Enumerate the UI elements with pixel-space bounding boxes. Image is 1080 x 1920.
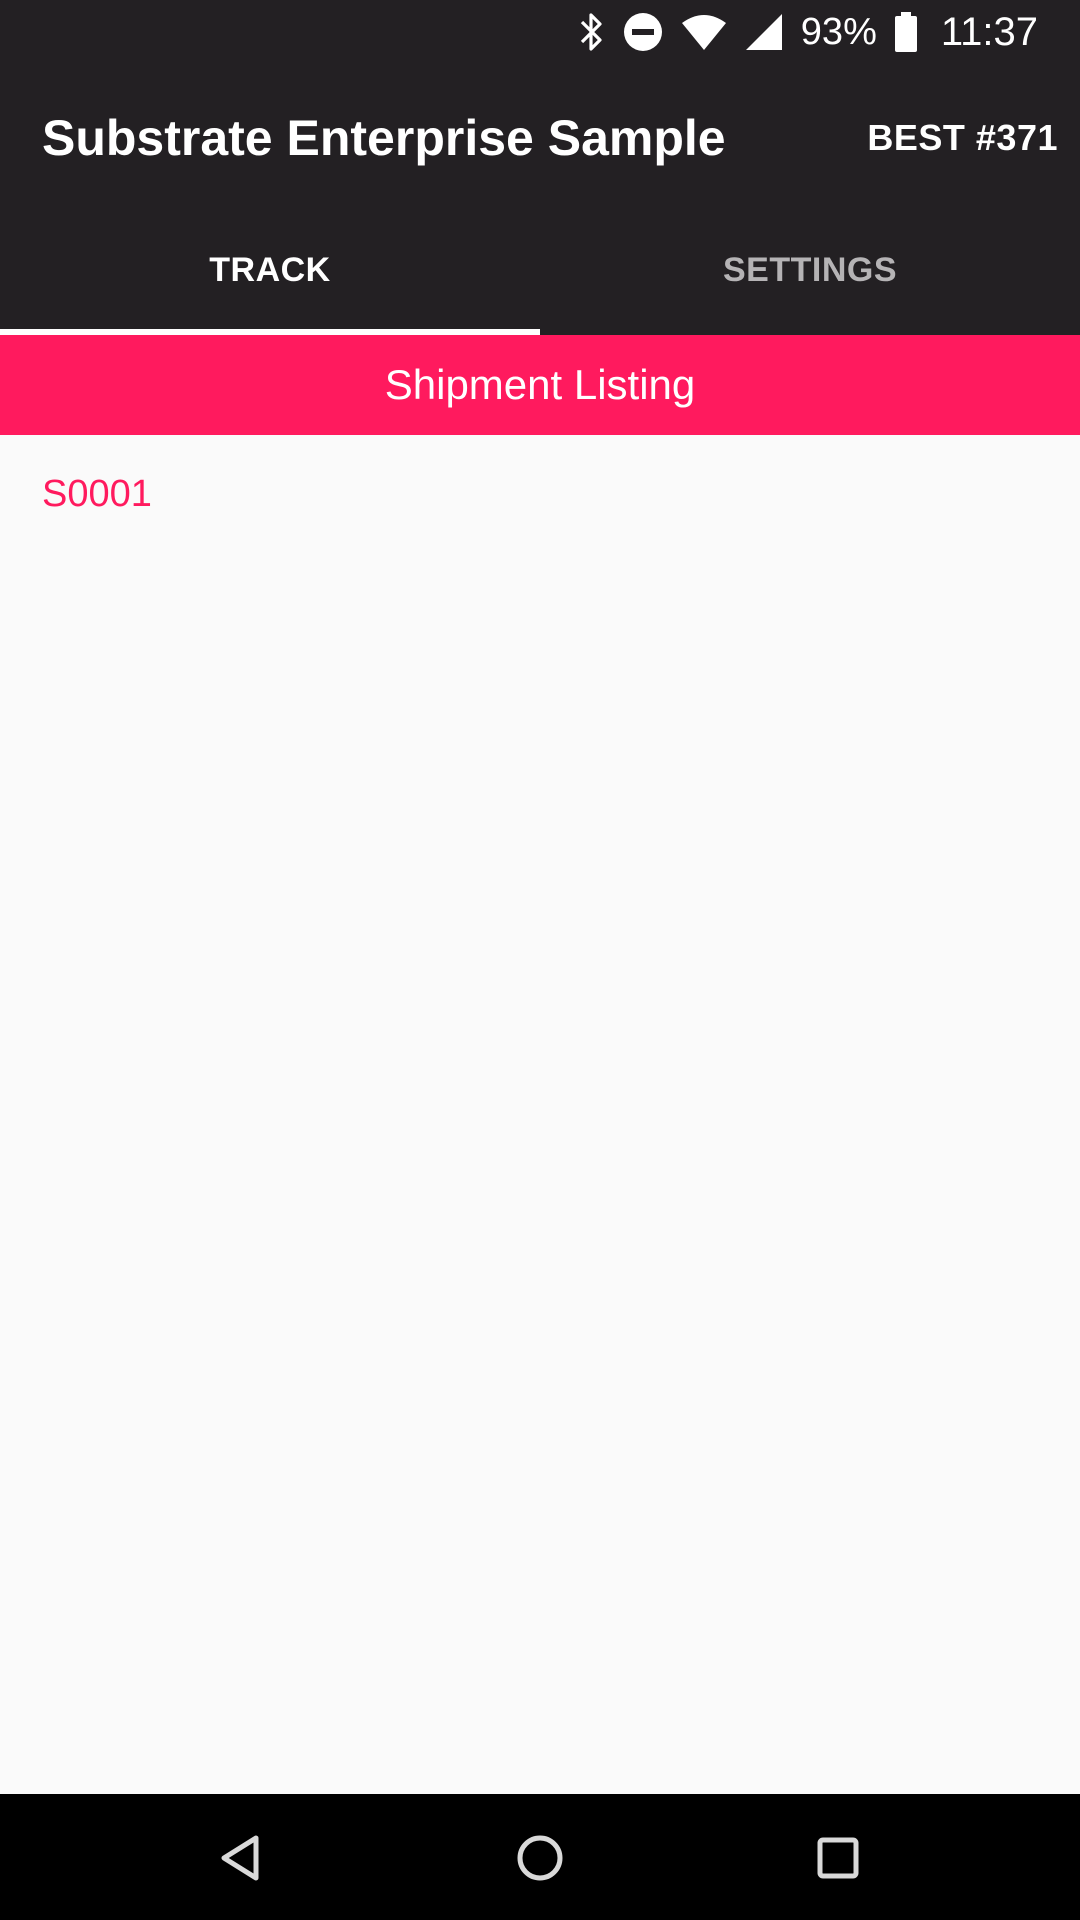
shipment-list: S0001 — [0, 435, 1080, 553]
battery-percent: 93% — [800, 10, 877, 53]
tab-track[interactable]: TRACK — [0, 212, 540, 335]
home-icon[interactable] — [512, 1830, 568, 1886]
back-icon[interactable] — [214, 1830, 270, 1886]
bluetooth-icon — [579, 12, 605, 52]
shipment-list-item[interactable]: S0001 — [0, 435, 1080, 553]
app-title: Substrate Enterprise Sample — [42, 110, 726, 166]
tab-settings[interactable]: SETTINGS — [540, 212, 1080, 335]
cell-signal-icon — [745, 13, 783, 51]
shipment-id: S0001 — [42, 472, 152, 515]
section-header: Shipment Listing — [0, 335, 1080, 435]
recents-icon[interactable] — [810, 1830, 866, 1886]
clock: 11:37 — [940, 9, 1038, 54]
app-screen: 93% 11:37 Substrate Enterprise Sample BE… — [0, 0, 1080, 1920]
navigation-bar — [0, 1794, 1080, 1920]
tab-settings-label: SETTINGS — [722, 251, 898, 289]
wifi-icon — [681, 13, 727, 51]
app-badge: BEST #371 — [867, 117, 1058, 158]
tab-track-label: TRACK — [209, 251, 331, 289]
app-bar: Substrate Enterprise Sample BEST #371 — [0, 64, 1080, 212]
tab-bar: TRACK SETTINGS — [0, 212, 1080, 335]
do-not-disturb-icon — [623, 12, 663, 52]
section-title: Shipment Listing — [384, 361, 696, 408]
status-bar: 93% 11:37 — [0, 0, 1080, 64]
battery-icon — [894, 12, 917, 52]
